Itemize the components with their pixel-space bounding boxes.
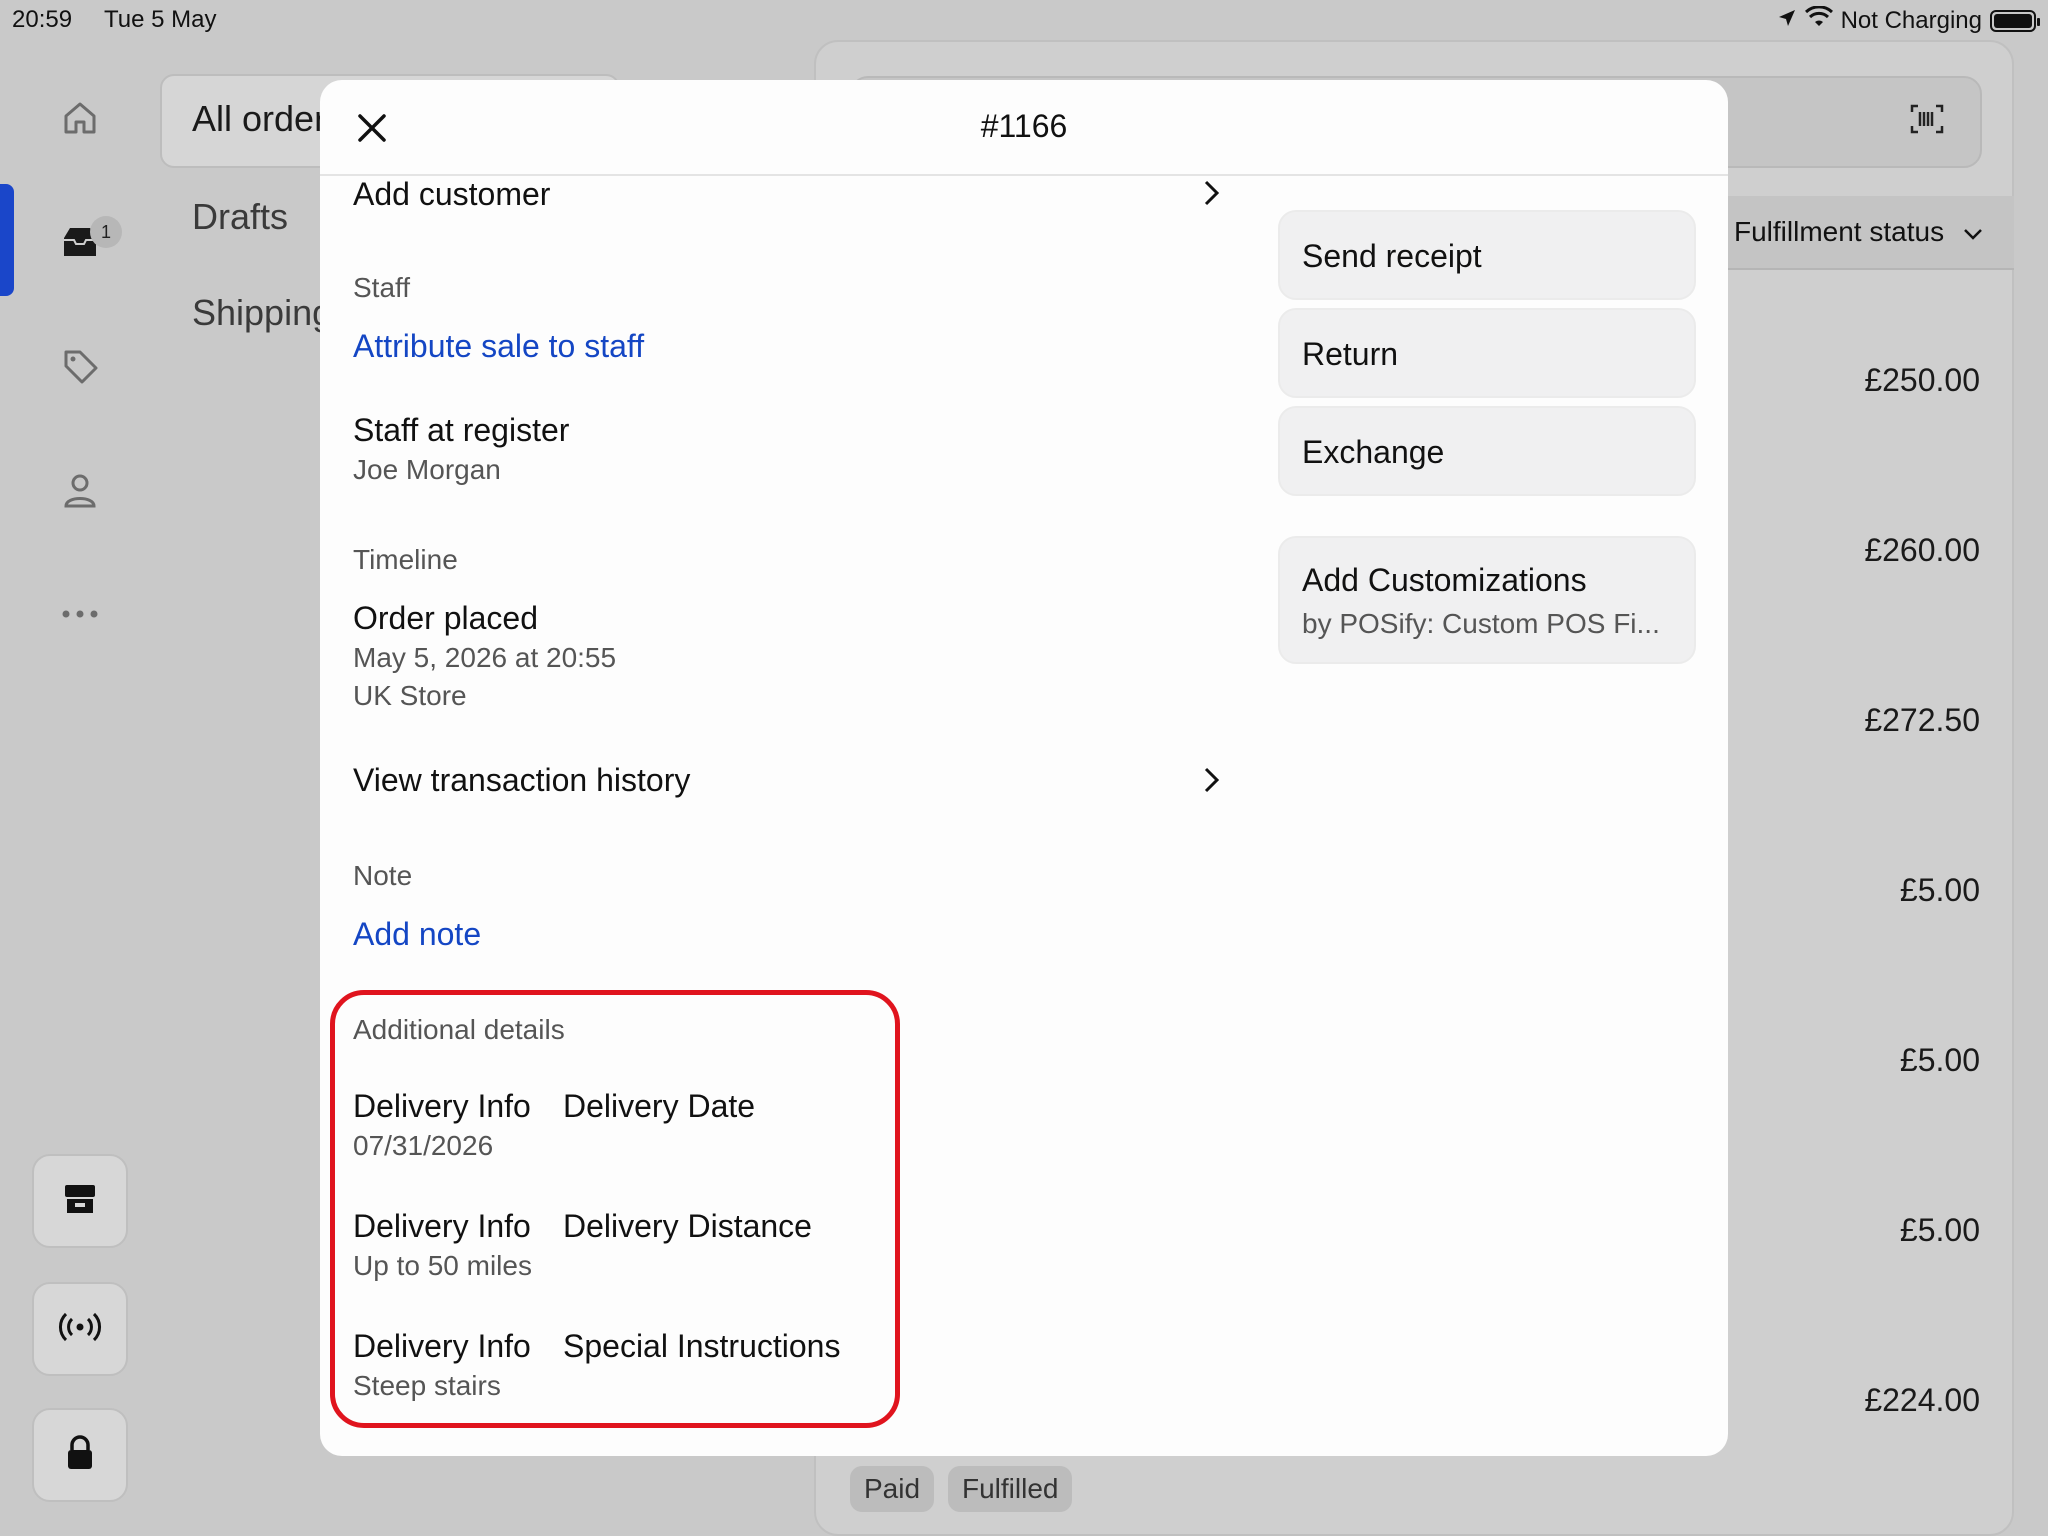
battery-status-text: Not Charging [1840,6,1982,34]
order-amount: £250.00 [1864,362,1980,398]
wifi-icon [1804,5,1833,35]
location-icon [1777,7,1797,35]
status-bar: 20:59 Tue 5 May Not Charging [0,0,2048,40]
order-store: UK Store [353,680,467,711]
store-button[interactable] [32,1154,128,1248]
order-amount: £224.00 [1864,1382,1980,1418]
exchange-button[interactable]: Exchange [1278,406,1696,496]
add-customer-row[interactable]: Add customer [353,176,550,213]
status-time: 20:59 [12,6,73,33]
modal-header: #1166 [320,80,1728,176]
nav-all-orders[interactable]: All order [192,98,326,140]
fulfilled-badge: Fulfilled [948,1466,1073,1512]
add-customizations-button[interactable]: Add Customizations by POSify: Custom POS… [1278,536,1696,664]
paid-badge: Paid [850,1466,935,1512]
order-placed-label: Order placed [353,600,538,636]
exchange-label: Exchange [1302,434,1445,470]
staff-name: Joe Morgan [353,454,501,485]
staff-label: Staff [353,272,411,303]
person-icon[interactable] [56,466,104,514]
lock-icon [65,1434,95,1476]
send-receipt-button[interactable]: Send receipt [1278,210,1696,300]
add-note-link[interactable]: Add note [353,916,481,953]
tag-icon[interactable] [56,342,104,390]
staff-at-register-label: Staff at register [353,412,570,448]
chevron-down-icon [1963,229,1982,240]
return-button[interactable]: Return [1278,308,1696,398]
nav-shipping[interactable]: Shipping [192,292,332,334]
nav-drafts[interactable]: Drafts [192,196,288,238]
chevron-right-icon[interactable] [1196,178,1226,208]
rail-active-indicator [0,184,14,296]
order-date: May 5, 2026 at 20:55 [353,642,617,673]
return-label: Return [1302,336,1399,372]
status-right: Not Charging [1777,5,2040,35]
timeline-label: Timeline [353,544,458,575]
chevron-right-icon[interactable] [1196,765,1226,795]
broadcast-button[interactable] [32,1282,128,1376]
order-amount: £5.00 [1899,872,1980,908]
add-customizations-label: Add Customizations [1302,562,1587,598]
broadcast-icon [58,1312,102,1347]
filter-label: Fulfillment status [1734,216,1945,247]
send-receipt-label: Send receipt [1302,238,1482,274]
store-icon [62,1181,98,1222]
view-transaction-history-row[interactable]: View transaction history [353,762,690,799]
barcode-scan-icon[interactable] [1910,104,1944,139]
additional-details-highlight [330,990,900,1428]
order-amount: £272.50 [1864,702,1980,738]
order-amount: £5.00 [1899,1212,1980,1248]
status-date: Tue 5 May [104,6,217,33]
add-customizations-sublabel: by POSify: Custom POS Fi... [1302,608,1660,639]
home-icon[interactable] [56,94,104,142]
more-icon[interactable] [56,590,104,638]
modal-title: #1166 [980,108,1068,144]
note-label: Note [353,860,413,891]
order-amount: £5.00 [1899,1042,1980,1078]
order-amount: £260.00 [1864,532,1980,568]
fulfillment-status-filter[interactable]: Fulfillment status [1734,216,1984,248]
battery-icon [1990,9,2040,32]
attribute-sale-link[interactable]: Attribute sale to staff [353,328,644,365]
lock-button[interactable] [32,1408,128,1502]
orders-badge: 1 [90,216,122,248]
